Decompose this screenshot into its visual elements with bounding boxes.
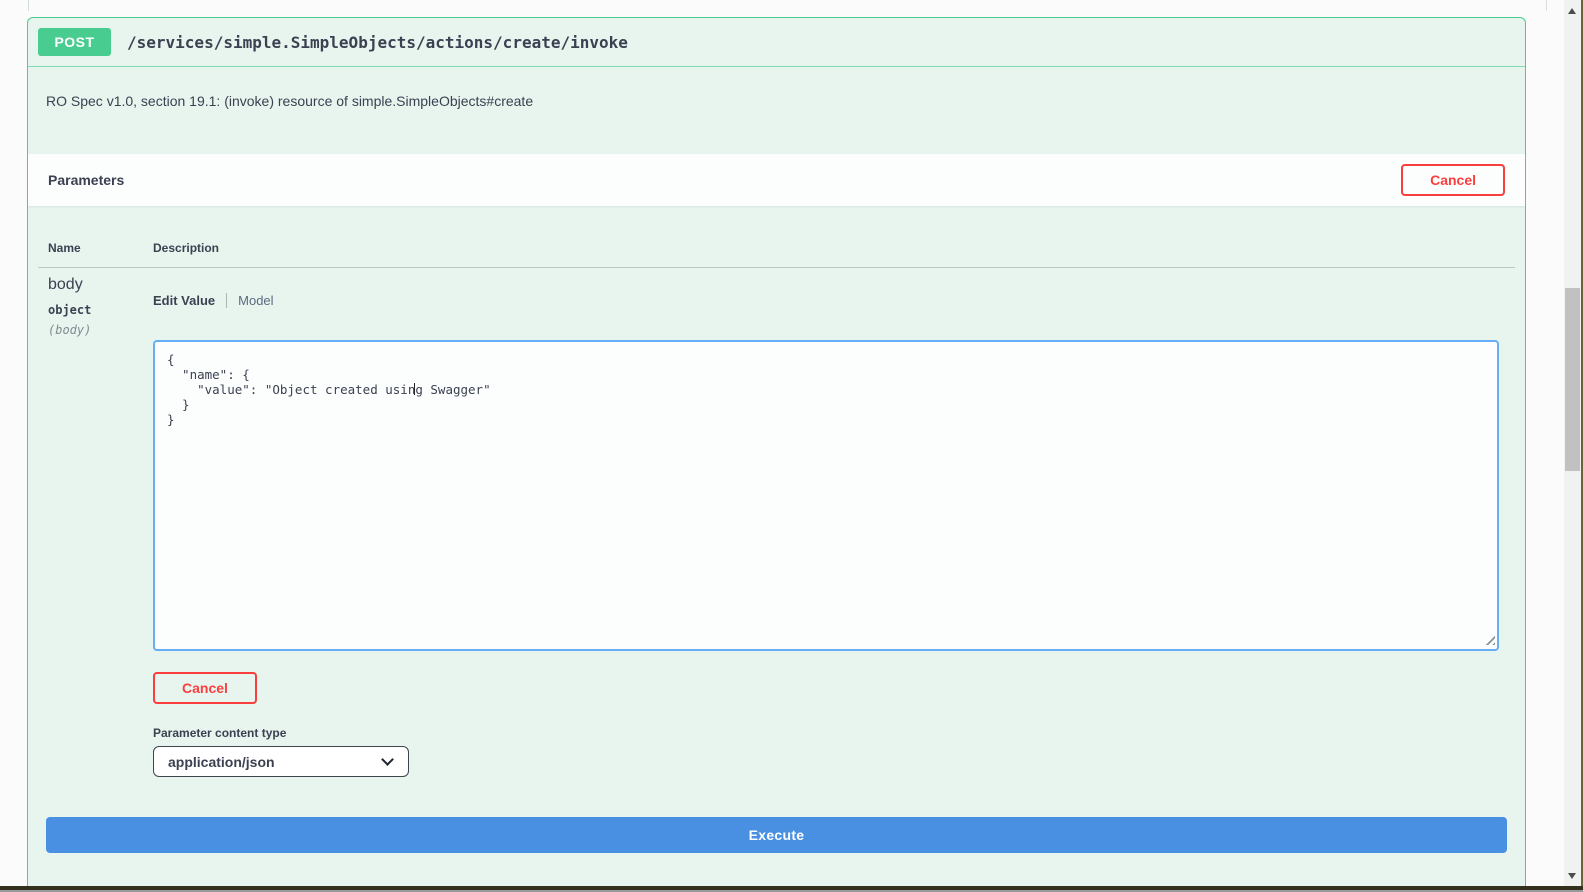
param-name-cell: body object (body) (38, 276, 143, 777)
param-description-cell: Edit Value Model { "name": { "value": "O… (143, 276, 1515, 777)
tab-separator (226, 293, 227, 308)
opblock-post-panel: POST /services/simple.SimpleObjects/acti… (27, 17, 1526, 886)
parameters-table: Name Description body object (body) Edit… (28, 206, 1525, 797)
top-edge-artifact-left (28, 0, 29, 11)
top-edge-artifact-right (1546, 0, 1547, 11)
body-editor-tabs: Edit Value Model (153, 293, 1505, 308)
scroll-up-button[interactable] (1564, 2, 1581, 19)
scroll-down-icon (1568, 873, 1576, 879)
param-location: (body) (48, 323, 133, 337)
column-header-description: Description (143, 241, 1515, 255)
cancel-try-out-button[interactable]: Cancel (1401, 164, 1505, 196)
body-editor-container: { "name": { "value": "Object created usi… (153, 340, 1499, 651)
param-name: body (48, 276, 133, 294)
window-bottom-edge (0, 886, 1583, 892)
execute-button[interactable]: Execute (46, 817, 1507, 853)
endpoint-summary[interactable]: POST /services/simple.SimpleObjects/acti… (28, 18, 1525, 67)
execute-wrapper: Execute (28, 797, 1525, 869)
cancel-edit-button[interactable]: Cancel (153, 672, 257, 704)
tab-model[interactable]: Model (238, 293, 273, 308)
method-badge: POST (38, 28, 111, 56)
param-row-body: body object (body) Edit Value Model { "n… (38, 268, 1515, 797)
endpoint-description: RO Spec v1.0, section 19.1: (invoke) res… (28, 67, 1525, 154)
parameters-table-header: Name Description (38, 241, 1515, 268)
scrollbar-thumb[interactable] (1565, 288, 1580, 471)
param-type: object (48, 303, 133, 317)
parameters-header: Parameters Cancel (28, 154, 1525, 206)
content-type-label: Parameter content type (153, 726, 1505, 740)
content-type-select[interactable]: application/json (153, 746, 409, 777)
body-value-textarea[interactable]: { "name": { "value": "Object created usi… (153, 340, 1499, 651)
parameters-title: Parameters (48, 172, 124, 188)
content-type-block: Parameter content type application/json (153, 726, 1505, 777)
scroll-up-icon (1568, 8, 1576, 14)
scroll-down-button[interactable] (1564, 867, 1581, 884)
tab-edit-value[interactable]: Edit Value (153, 293, 215, 308)
vertical-scrollbar[interactable] (1564, 0, 1581, 886)
endpoint-path: /services/simple.SimpleObjects/actions/c… (127, 33, 628, 52)
column-header-name: Name (38, 241, 143, 255)
